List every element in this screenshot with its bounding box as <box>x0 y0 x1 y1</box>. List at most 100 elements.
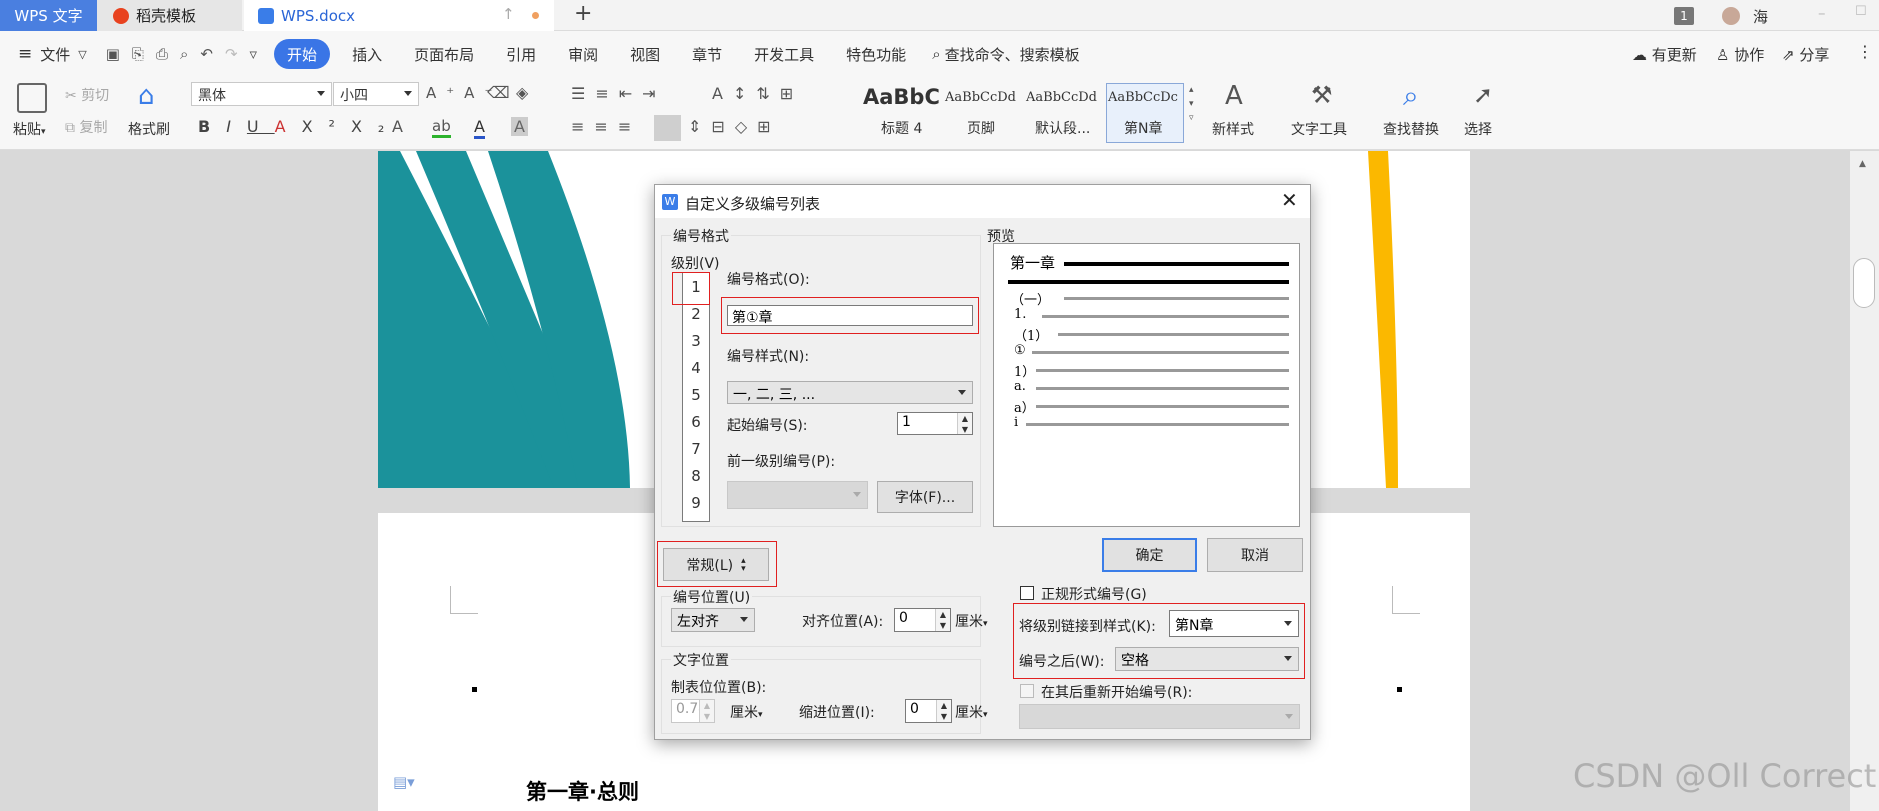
text-format-icons[interactable]: BIUAX²X₂ <box>198 117 400 136</box>
update-button[interactable]: ☁ 有更新 <box>1632 44 1697 65</box>
command-search[interactable]: ⌕ 查找命令、搜索模板 <box>922 39 1095 69</box>
font-size-select[interactable]: 小四 <box>333 82 419 106</box>
font-select[interactable]: 黑体 <box>191 82 332 106</box>
paste-button[interactable]: 粘贴▾ <box>13 119 46 139</box>
tab-section[interactable]: 章节 <box>676 39 738 69</box>
upload-icon[interactable]: ↑ <box>502 5 515 23</box>
anchor-handle[interactable] <box>1397 687 1402 692</box>
level-list[interactable]: 1 2 3 4 5 6 7 8 9 <box>682 272 710 522</box>
format-painter-label[interactable]: 格式刷 <box>128 119 170 139</box>
customize-icon[interactable]: ▿ <box>250 45 258 63</box>
align-left-icons[interactable]: ≡≡≡ <box>571 117 641 136</box>
unit-label[interactable]: 厘米▾ <box>955 702 988 722</box>
list-paragraph-icons[interactable]: ☰≡⇤⇥ <box>571 84 666 103</box>
redo-icon[interactable]: ↷ <box>225 45 238 63</box>
font-color-icon[interactable]: A <box>474 117 485 139</box>
share-button[interactable]: ⇗ 分享 <box>1782 44 1829 65</box>
highlight-icon[interactable]: ab <box>432 117 451 138</box>
avatar[interactable] <box>1722 7 1740 25</box>
wrench-icon[interactable]: ⚒ <box>1311 81 1333 109</box>
level-item[interactable]: 9 <box>683 494 709 512</box>
cursor-icon[interactable]: ➚ <box>1473 81 1493 109</box>
level-item[interactable]: 2 <box>683 305 709 323</box>
gallery-scroll-icon[interactable]: ▴ ▾ ▿ <box>1189 83 1194 125</box>
more-icon[interactable]: ⋮ <box>1857 42 1873 61</box>
char-border-icon[interactable]: ◈ <box>516 83 528 102</box>
ok-button[interactable]: 确定 <box>1102 538 1197 572</box>
cut-button[interactable]: ✂ 剪切 <box>65 85 109 105</box>
app-tab[interactable]: WPS 文字 <box>0 0 97 31</box>
paragraph-spacing-icons[interactable]: ⇕⊟◇⊞ <box>688 117 781 136</box>
file-menu-label: 文件 <box>40 45 71 64</box>
anchor-handle[interactable] <box>472 687 477 692</box>
style-preview-default[interactable]: AaBbCcDd <box>1026 90 1097 105</box>
style-preview-footer[interactable]: AaBbCcDd <box>945 90 1016 105</box>
char-shading-icon[interactable]: A <box>511 117 528 136</box>
save-icon[interactable]: ▣ <box>106 45 120 63</box>
font-button[interactable]: 字体(F)... <box>877 481 973 513</box>
template-tab[interactable]: 稻壳模板 <box>97 0 242 31</box>
scroll-up-icon[interactable]: ▲ <box>1859 159 1866 169</box>
close-icon[interactable]: ✕ <box>1281 188 1298 212</box>
preview-line-label: a. <box>1014 379 1026 394</box>
vertical-scrollbar[interactable]: ▲ <box>1850 151 1879 811</box>
doc-icon[interactable]: ▤▾ <box>393 773 415 791</box>
legal-numbering-checkbox[interactable] <box>1020 586 1034 600</box>
tab-view[interactable]: 视图 <box>614 39 676 69</box>
undo-icon[interactable]: ↶ <box>200 45 213 63</box>
spin-icon[interactable]: ▲ ▼ <box>936 700 951 722</box>
tab-start[interactable]: 开始 <box>274 39 331 69</box>
format-painter-icon[interactable]: ⌂ <box>138 81 155 111</box>
new-tab-button[interactable]: + <box>574 1 592 26</box>
number-style-select[interactable]: 一, 二, 三, ... <box>727 381 973 404</box>
export-icon[interactable]: ⎘ <box>132 45 144 63</box>
tab-developer[interactable]: 开发工具 <box>738 39 830 69</box>
tab-insert[interactable]: 插入 <box>336 39 398 69</box>
chapter-heading[interactable]: 第一章·总则 <box>526 776 639 806</box>
find-replace-label[interactable]: 查找替换 <box>1383 119 1439 139</box>
copy-button[interactable]: ⧉ 复制 <box>65 117 107 137</box>
maximize-icon[interactable]: ☐ <box>1855 4 1867 19</box>
sort-icons[interactable]: A↕⇅⊞ <box>712 84 803 103</box>
align-position-input[interactable]: 0 ▲ ▼ <box>894 608 951 632</box>
level-item[interactable]: 3 <box>683 332 709 350</box>
chevron-down-icon <box>317 91 325 96</box>
file-menu[interactable]: ≡ 文件 ▽ <box>0 39 95 69</box>
spin-icon[interactable]: ▲ ▼ <box>957 413 972 434</box>
find-icon[interactable]: ⌕ <box>1403 79 1419 113</box>
text-tools-label[interactable]: 文字工具 <box>1291 119 1347 139</box>
select-label[interactable]: 选择 <box>1464 119 1492 139</box>
unit-label[interactable]: 厘米▾ <box>955 611 988 631</box>
doc-tab[interactable]: WPS.docx ↑ <box>244 0 554 31</box>
print-preview-icon[interactable]: ⌕ <box>180 45 188 63</box>
tab-features[interactable]: 特色功能 <box>830 39 922 69</box>
align-select[interactable]: 左对齐 <box>671 608 755 632</box>
tab-page-layout[interactable]: 页面布局 <box>398 39 490 69</box>
tab-references[interactable]: 引用 <box>490 39 552 69</box>
eraser-icon[interactable]: ⌫ <box>487 83 510 102</box>
text-effect-icon[interactable]: A <box>392 117 403 136</box>
new-style-icon[interactable]: A <box>1225 81 1243 111</box>
start-number-input[interactable]: 1 ▲ ▼ <box>897 412 973 435</box>
indent-position-input[interactable]: 0 ▲ ▼ <box>905 699 952 723</box>
level-item[interactable]: 5 <box>683 386 709 404</box>
number-style-label: 编号样式(N): <box>727 349 810 365</box>
justify-align-button[interactable] <box>654 115 681 141</box>
window-count-badge[interactable]: 1 <box>1674 7 1694 25</box>
tab-review[interactable]: 审阅 <box>552 39 614 69</box>
indent-position-value: 0 <box>910 701 919 717</box>
cancel-button[interactable]: 取消 <box>1207 538 1303 572</box>
level-item[interactable]: 8 <box>683 467 709 485</box>
style-preview-heading4[interactable]: AaBbC <box>863 85 940 109</box>
level-item[interactable]: 4 <box>683 359 709 377</box>
spin-icon[interactable]: ▲ ▼ <box>935 609 950 631</box>
new-style-label[interactable]: 新样式 <box>1212 119 1254 139</box>
level-item[interactable]: 6 <box>683 413 709 431</box>
paste-icon[interactable] <box>17 83 47 113</box>
print-icon[interactable]: ⎙ <box>156 45 168 63</box>
collab-button[interactable]: ♙ 协作 <box>1716 44 1764 65</box>
minimize-icon[interactable]: – <box>1818 4 1826 22</box>
scroll-thumb[interactable] <box>1853 258 1875 308</box>
level-item[interactable]: 7 <box>683 440 709 458</box>
user-name[interactable]: 海 <box>1753 6 1768 27</box>
